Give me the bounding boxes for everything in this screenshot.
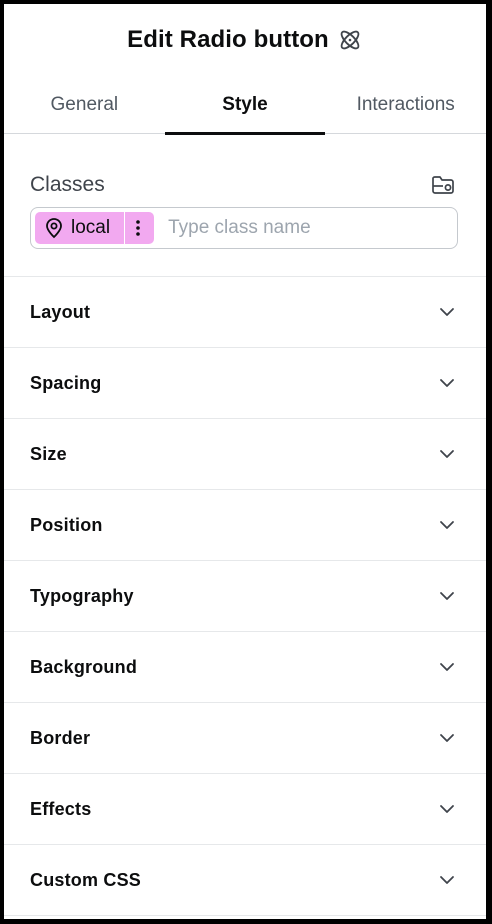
section-label: Position [30,514,103,535]
chevron-down-icon [438,658,456,676]
tab-style[interactable]: Style [164,82,326,135]
classes-label: Classes [30,173,105,196]
section-label: Typography [30,585,134,606]
panel-header: Edit Radio button [4,4,486,76]
section-label: Background [30,656,138,677]
chevron-down-icon [438,303,456,321]
edit-panel: Edit Radio button General Style Interact… [4,4,486,919]
chevron-down-icon [438,587,456,605]
tab-general[interactable]: General [4,82,165,134]
class-name-input[interactable] [168,217,409,239]
more-vertical-icon[interactable] [124,212,150,244]
atom-icon [337,27,363,53]
section-effects[interactable]: Effects [4,774,486,845]
chevron-down-icon [438,871,456,889]
section-background[interactable]: Background [4,632,486,703]
section-position[interactable]: Position [4,490,486,561]
panel-title: Edit Radio button [127,26,329,53]
section-label: Layout [30,301,91,322]
section-size[interactable]: Size [4,419,486,490]
chevron-down-icon [438,729,456,747]
chevron-down-icon [438,800,456,818]
section-custom-css[interactable]: Custom CSS [4,845,486,916]
section-typography[interactable]: Typography [4,561,486,632]
section-label: Effects [30,798,92,819]
section-label: Custom CSS [30,869,142,890]
class-chip-label: local [71,217,111,238]
section-label: Spacing [30,372,102,393]
section-spacing[interactable]: Spacing [4,348,486,419]
style-sections: Layout Spacing Size Position Typography [4,277,486,916]
class-chip-local[interactable]: local [35,212,155,244]
classes-section: Classes local [4,135,486,277]
tab-bar: General Style Interactions [4,82,486,135]
folder-settings-icon[interactable] [430,171,456,197]
section-layout[interactable]: Layout [4,277,486,348]
section-border[interactable]: Border [4,703,486,774]
chevron-down-icon [438,445,456,463]
tab-interactions[interactable]: Interactions [325,82,486,134]
chevron-down-icon [438,516,456,534]
class-selector: local [30,207,458,249]
section-label: Border [30,727,91,748]
section-label: Size [30,443,67,464]
chevron-down-icon [438,374,456,392]
map-pin-icon [43,217,65,239]
